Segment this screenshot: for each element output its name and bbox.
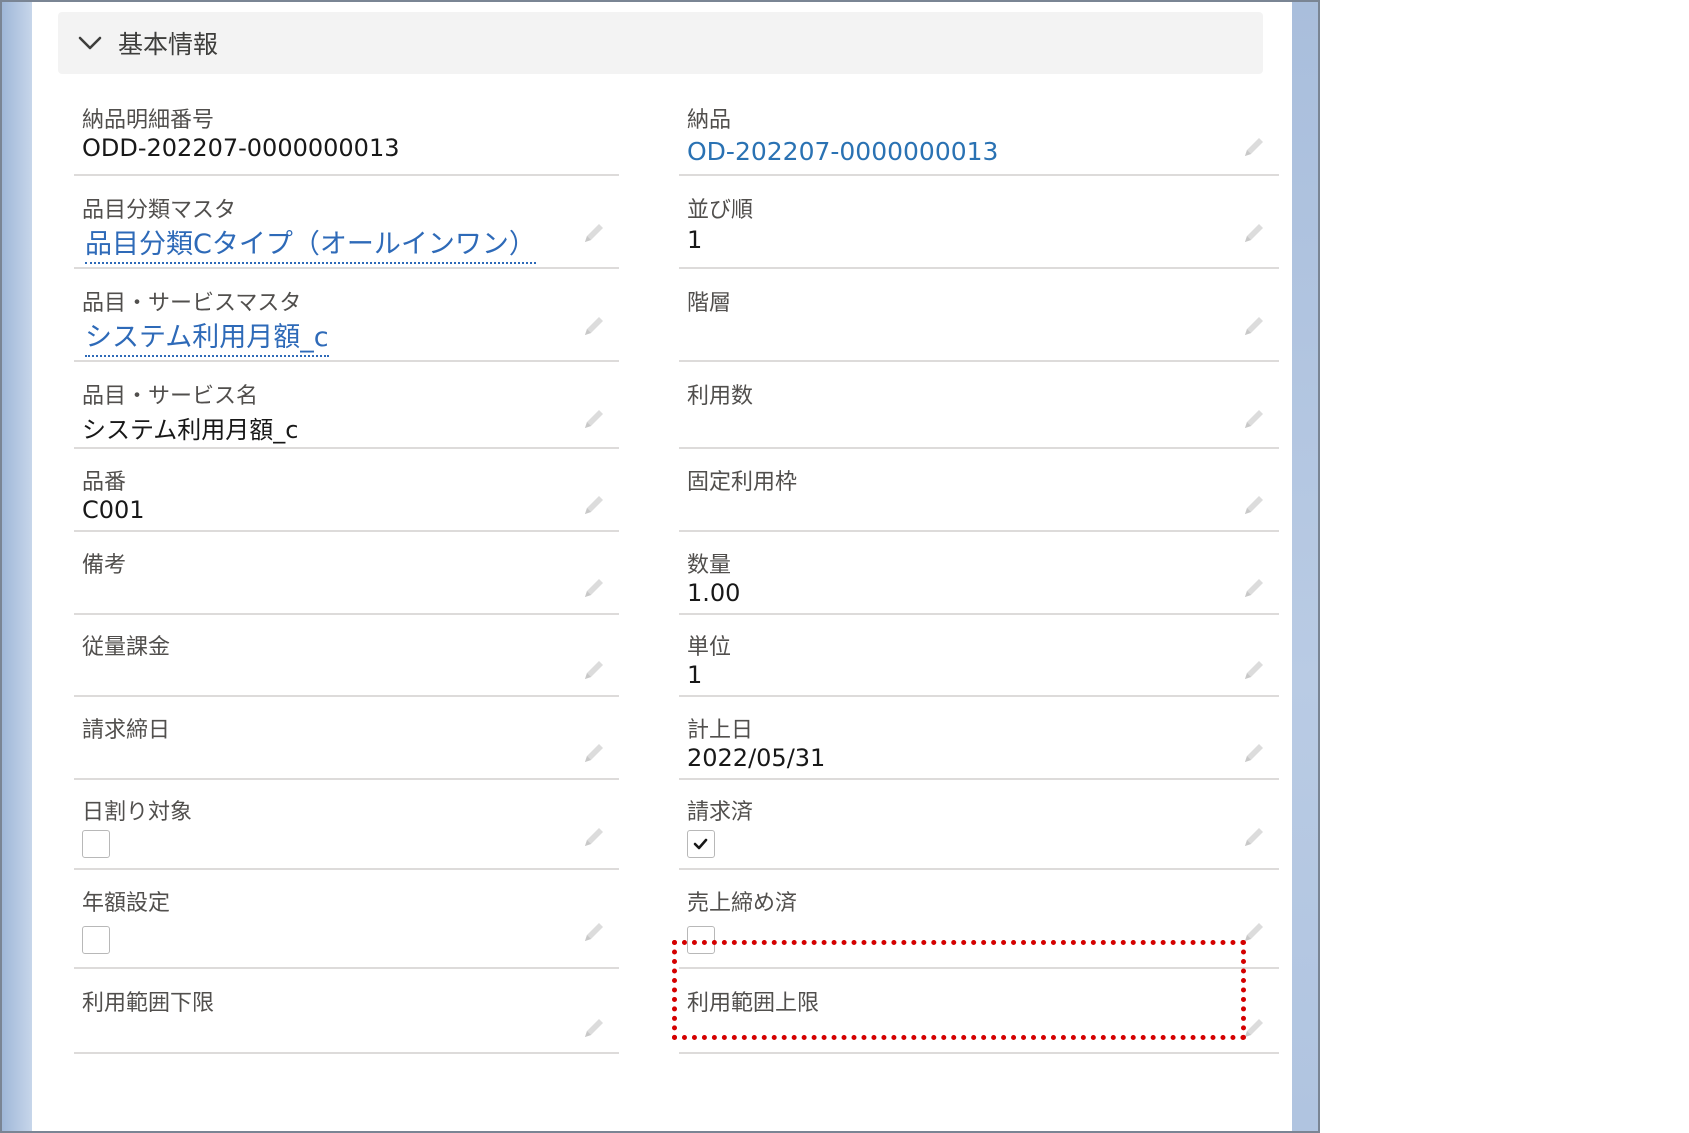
pencil-icon[interactable] bbox=[1241, 824, 1267, 850]
field-label: 年額設定 bbox=[82, 891, 171, 916]
field-label: 計上日 bbox=[687, 718, 754, 743]
delivery-link[interactable]: OD-202207-0000000013 bbox=[687, 137, 998, 166]
pencil-icon[interactable] bbox=[1241, 313, 1267, 339]
pencil-icon[interactable] bbox=[581, 740, 607, 766]
pencil-icon[interactable] bbox=[1241, 406, 1267, 432]
field-usage-range-upper: 利用範囲上限 bbox=[679, 975, 1279, 1054]
checkmark-icon bbox=[693, 838, 708, 850]
field-label: 単位 bbox=[687, 635, 732, 660]
field-label: 備考 bbox=[82, 553, 127, 578]
field-item-category-master: 品目分類マスタ 品目分類Cタイプ（オールインワン） bbox=[74, 182, 619, 269]
field-label: 納品明細番号 bbox=[82, 108, 215, 133]
field-label: 品番 bbox=[82, 470, 127, 495]
annual-setting-checkbox[interactable] bbox=[82, 926, 110, 954]
field-fixed-usage-quota: 固定利用枠 bbox=[679, 454, 1279, 532]
field-prorated: 日割り対象 bbox=[74, 784, 619, 870]
field-label: 日割り対象 bbox=[82, 800, 193, 825]
field-label: 数量 bbox=[687, 553, 732, 578]
field-sort-order: 並び順 1 bbox=[679, 182, 1279, 269]
pencil-icon[interactable] bbox=[1241, 740, 1267, 766]
field-usage-count: 利用数 bbox=[679, 368, 1279, 449]
item-service-link[interactable]: システム利用月額_c bbox=[85, 315, 329, 357]
pencil-icon[interactable] bbox=[581, 220, 607, 246]
field-metered-billing: 従量課金 bbox=[74, 619, 619, 697]
section-title: 基本情報 bbox=[118, 30, 219, 59]
field-label: 品目・サービスマスタ bbox=[82, 291, 302, 316]
field-label: 固定利用枠 bbox=[687, 470, 798, 495]
field-delivery: 納品 OD-202207-0000000013 bbox=[679, 92, 1279, 176]
field-label: 利用範囲下限 bbox=[82, 991, 215, 1016]
billed-checkbox[interactable] bbox=[687, 830, 715, 858]
field-label: 並び順 bbox=[687, 198, 754, 223]
field-value: 1 bbox=[687, 661, 703, 689]
background-right bbox=[1290, 2, 1318, 1131]
field-value: ODD-202207-0000000013 bbox=[82, 134, 400, 162]
pencil-icon[interactable] bbox=[581, 919, 607, 945]
field-label: 階層 bbox=[687, 291, 732, 316]
field-label: 従量課金 bbox=[82, 635, 171, 660]
pencil-icon[interactable] bbox=[581, 657, 607, 683]
field-label: 品目・サービス名 bbox=[82, 384, 259, 409]
field-label: 請求締日 bbox=[82, 718, 171, 743]
field-billing-cutoff-date: 請求締日 bbox=[74, 702, 619, 780]
field-quantity: 数量 1.00 bbox=[679, 537, 1279, 615]
sales-closed-checkbox[interactable] bbox=[687, 926, 715, 954]
field-value: 1 bbox=[687, 226, 703, 254]
field-usage-range-lower: 利用範囲下限 bbox=[74, 975, 619, 1054]
field-item-service-master: 品目・サービスマスタ システム利用月額_c bbox=[74, 275, 619, 362]
field-label: 利用数 bbox=[687, 384, 754, 409]
pencil-icon[interactable] bbox=[1241, 220, 1267, 246]
pencil-icon[interactable] bbox=[581, 824, 607, 850]
field-item-service-name: 品目・サービス名 システム利用月額_c bbox=[74, 368, 619, 449]
pencil-icon[interactable] bbox=[1241, 1015, 1267, 1041]
pencil-icon[interactable] bbox=[581, 492, 607, 518]
field-unit: 単位 1 bbox=[679, 619, 1279, 697]
prorated-checkbox[interactable] bbox=[82, 830, 110, 858]
field-label: 請求済 bbox=[687, 800, 754, 825]
field-value: C001 bbox=[82, 496, 145, 524]
pencil-icon[interactable] bbox=[581, 313, 607, 339]
pencil-icon[interactable] bbox=[581, 575, 607, 601]
record-detail-card: 基本情報 納品明細番号 ODD-202207-0000000013 品目分類マス… bbox=[32, 2, 1292, 1131]
pencil-icon[interactable] bbox=[1241, 492, 1267, 518]
section-header[interactable]: 基本情報 bbox=[58, 12, 1263, 74]
field-label: 売上締め済 bbox=[687, 891, 798, 916]
field-billed: 請求済 bbox=[679, 784, 1279, 870]
field-label: 品目分類マスタ bbox=[82, 198, 237, 223]
field-hierarchy: 階層 bbox=[679, 275, 1279, 362]
field-posting-date: 計上日 2022/05/31 bbox=[679, 702, 1279, 780]
pencil-icon[interactable] bbox=[581, 406, 607, 432]
field-label: 納品 bbox=[687, 108, 732, 133]
chevron-down-icon[interactable] bbox=[76, 29, 104, 57]
pencil-icon[interactable] bbox=[581, 1015, 607, 1041]
pencil-icon[interactable] bbox=[1241, 919, 1267, 945]
field-remarks: 備考 bbox=[74, 537, 619, 615]
window-frame: 基本情報 納品明細番号 ODD-202207-0000000013 品目分類マス… bbox=[0, 0, 1320, 1133]
field-annual-setting: 年額設定 bbox=[74, 875, 619, 969]
field-part-number: 品番 C001 bbox=[74, 454, 619, 532]
pencil-icon[interactable] bbox=[1241, 134, 1267, 160]
field-value: 2022/05/31 bbox=[687, 744, 826, 772]
field-sales-closed: 売上締め済 bbox=[679, 875, 1279, 969]
field-value: 1.00 bbox=[687, 579, 741, 607]
pencil-icon[interactable] bbox=[1241, 657, 1267, 683]
field-delivery-detail-number: 納品明細番号 ODD-202207-0000000013 bbox=[74, 92, 619, 176]
field-value: システム利用月額_c bbox=[82, 416, 299, 444]
field-label: 利用範囲上限 bbox=[687, 991, 820, 1016]
item-category-link[interactable]: 品目分類Cタイプ（オールインワン） bbox=[85, 222, 536, 264]
pencil-icon[interactable] bbox=[1241, 575, 1267, 601]
